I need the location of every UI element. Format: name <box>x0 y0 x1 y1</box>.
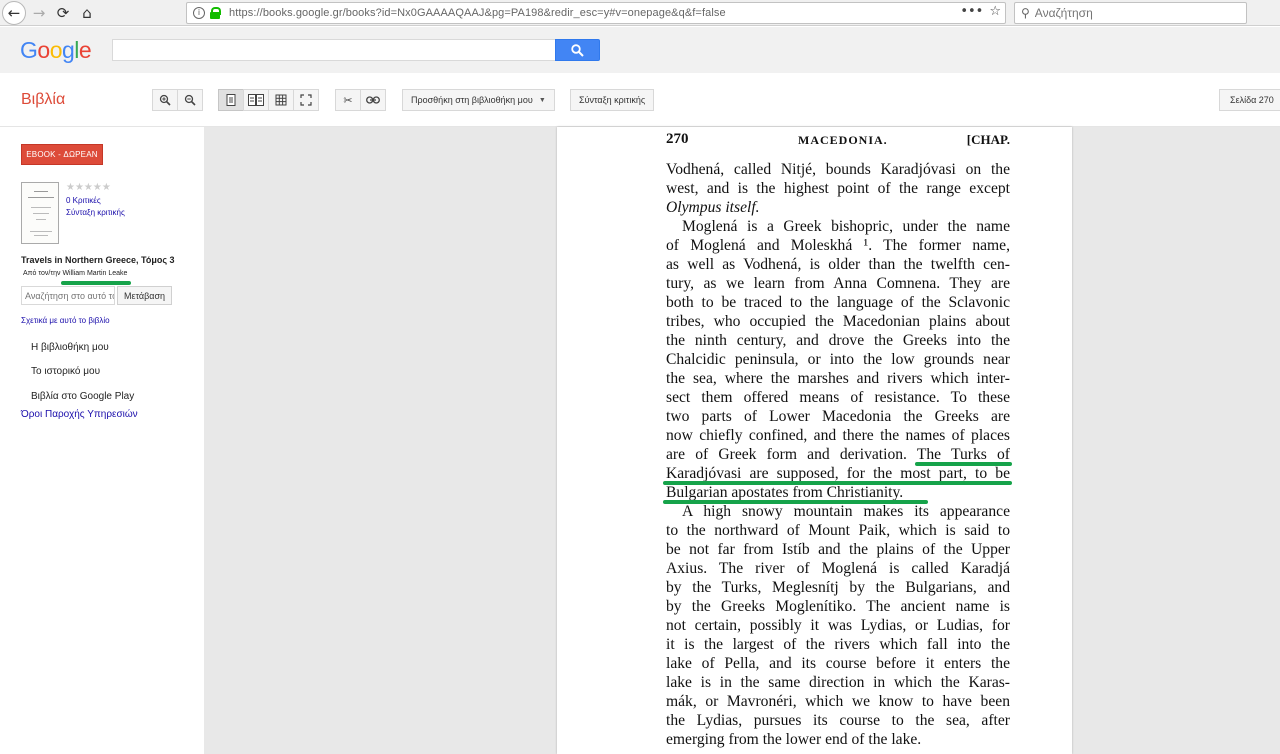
rating-stars: ★★★★★ <box>66 182 111 193</box>
page-text: Vodhená, called Nitjé, bounds Karadjóvas… <box>666 160 1010 749</box>
text-line: the ninth century, and drove the Greeks … <box>666 332 1010 349</box>
text-line: lake is in the same direction in which t… <box>666 674 1010 691</box>
sidebar-item-my-history[interactable]: Το ιστορικό μου <box>31 366 100 377</box>
zoom-group <box>152 89 203 111</box>
text-line: be not far from Istíb and the plains of … <box>666 541 1010 558</box>
zoom-out-icon[interactable] <box>177 89 203 111</box>
sidebar-item-google-play[interactable]: Βιβλία στο Google Play <box>31 391 134 402</box>
in-book-search-input[interactable] <box>21 286 115 305</box>
text-line: as well as Vodhená, is older than the tw… <box>666 256 1010 273</box>
book-page[interactable]: 270 MACEDONIA. [CHAP. Vodhená, called Ni… <box>557 127 1072 754</box>
highlight-underline <box>663 500 928 504</box>
text-line: to the northward of Mount Paik, which is… <box>666 522 1010 539</box>
more-icon[interactable]: ••• <box>960 4 983 19</box>
book-sidebar: EBOOK - ΔΩΡΕΑΝ ★★★★★ 0 Κριτικές Σύνταξη … <box>0 127 204 754</box>
google-search-button[interactable] <box>555 39 600 61</box>
books-toolbar: Βιβλία ✂ Προσθήκη στη βιβλιοθήκη μου ▼ Σ… <box>0 73 1280 127</box>
page-select-label: Σελίδα 270 <box>1230 95 1274 105</box>
home-icon[interactable]: ⌂ <box>77 1 97 25</box>
terms-link[interactable]: Όροι Παροχής Υπηρεσιών <box>21 409 138 420</box>
chapter-label: [CHAP. <box>966 132 1010 147</box>
google-search-input[interactable] <box>112 39 556 61</box>
search-icon <box>571 43 584 57</box>
browser-search-input[interactable] <box>1034 6 1235 20</box>
write-review-label: Σύνταξη κριτικής <box>579 95 646 105</box>
text-line: two parts of Lower Macedonia the Greeks … <box>666 408 1010 425</box>
text-line: the Lydias, pursues its course to the se… <box>666 712 1010 729</box>
two-page-icon[interactable] <box>243 89 269 111</box>
clip-link-group: ✂ <box>335 89 386 111</box>
text-line: mák, or Mavronéri, which we know to have… <box>666 693 1010 710</box>
zoom-in-icon[interactable] <box>152 89 178 111</box>
text-line: A high snowy mountain makes its appearan… <box>682 503 1010 520</box>
text-line: Vodhená, called Nitjé, bounds Karadjóvas… <box>666 161 1010 178</box>
write-review-button[interactable]: Σύνταξη κριτικής <box>570 89 655 111</box>
browser-search-bar[interactable]: ⚲ <box>1014 2 1247 24</box>
single-page-icon[interactable] <box>218 89 244 111</box>
highlight-underline <box>663 481 1012 485</box>
text-line: by the Turks, Meglesnítj by the Bulgaria… <box>666 579 1010 596</box>
reload-icon[interactable]: ⟳ <box>53 1 73 25</box>
books-title[interactable]: Βιβλία <box>21 91 65 109</box>
author-prefix: Από τον/την <box>23 270 61 277</box>
thumbnail-grid-icon[interactable] <box>268 89 294 111</box>
go-button[interactable]: Μετάβαση <box>117 286 172 305</box>
url-bar[interactable]: i https://books.google.gr/books?id=Nx0GA… <box>186 2 1006 24</box>
write-review-link[interactable]: Σύνταξη κριτικής <box>66 208 125 217</box>
text-line: both to be traced to the language of the… <box>666 294 1010 311</box>
author-link[interactable]: William Martin Leake <box>62 270 127 277</box>
author-highlight <box>61 281 131 285</box>
chevron-down-icon: ▼ <box>538 96 546 104</box>
browser-toolbar: ← → ⟳ ⌂ i https://books.google.gr/books?… <box>0 0 1280 26</box>
text-line: tury, as we learn from Anna Comnena. The… <box>666 275 1010 292</box>
running-head: MACEDONIA. <box>798 133 888 147</box>
text-line: the sea, where the marshes and rivers wh… <box>666 370 1010 387</box>
add-to-library-label: Προσθήκη στη βιβλιοθήκη μου <box>411 95 533 105</box>
sidebar-item-my-library[interactable]: Η βιβλιοθήκη μου <box>31 342 109 353</box>
text-line: of Moglená and Moleskhá ¹. The former na… <box>666 237 1010 254</box>
text-line: it is the largest of the rivers which fa… <box>666 636 1010 653</box>
text-line: emerging from the lower end of the lake. <box>666 731 922 748</box>
page-number: 270 <box>666 131 689 147</box>
page-select[interactable]: Σελίδα 270 ▼ <box>1219 89 1280 111</box>
text-line: Moglená is a Greek bishopric, under the … <box>682 218 1010 235</box>
google-logo[interactable]: Google <box>20 37 92 64</box>
lock-icon <box>209 7 221 19</box>
fullscreen-icon[interactable] <box>293 89 319 111</box>
link-icon[interactable] <box>360 89 386 111</box>
ebook-free-button[interactable]: EBOOK - ΔΩΡΕΑΝ <box>21 144 103 165</box>
book-title: Travels in Northern Greece, Τόμος 3 <box>21 255 175 265</box>
google-header: Google <box>0 27 1280 73</box>
reviews-link[interactable]: 0 Κριτικές <box>66 196 101 205</box>
search-icon: ⚲ <box>1021 6 1030 20</box>
text-line: sect them offered means of resistance. T… <box>666 389 1010 406</box>
view-mode-group <box>218 89 319 111</box>
text-line: lake of Pella, and its course before it … <box>666 655 1010 672</box>
text-line: west, and is the highest point of the ra… <box>666 180 1010 197</box>
info-icon[interactable]: i <box>193 7 205 19</box>
text-line: tribes, who occupied the Macedonian plai… <box>666 313 1010 330</box>
about-book-link[interactable]: Σχετικά με αυτό το βιβλίο <box>21 316 110 325</box>
author-line: Από τον/την William Martin Leake <box>23 270 127 277</box>
book-cover-thumbnail[interactable] <box>21 182 59 244</box>
text-line: now chiefly confined, and there the name… <box>666 427 1010 444</box>
text-line: Chalcidic peninsula, or into the low gro… <box>666 351 1010 368</box>
url-text[interactable]: https://books.google.gr/books?id=Nx0GAAA… <box>229 7 726 19</box>
text-line: Olympus itself. <box>666 199 760 216</box>
scissors-icon[interactable]: ✂ <box>335 89 361 111</box>
arrow-right-icon[interactable]: → <box>29 1 49 25</box>
text-line: not certain, possibly it was Lydias, or … <box>666 617 1010 634</box>
arrow-left-icon[interactable]: ← <box>2 1 26 25</box>
add-to-library-button[interactable]: Προσθήκη στη βιβλιοθήκη μου ▼ <box>402 89 555 111</box>
star-icon[interactable]: ☆ <box>989 4 1001 19</box>
highlight-underline <box>915 462 1012 466</box>
text-line: by the Greeks Moglenítiko. The ancient n… <box>666 598 1010 615</box>
text-line: Axius. The river of Moglená is called Ka… <box>666 560 1010 577</box>
